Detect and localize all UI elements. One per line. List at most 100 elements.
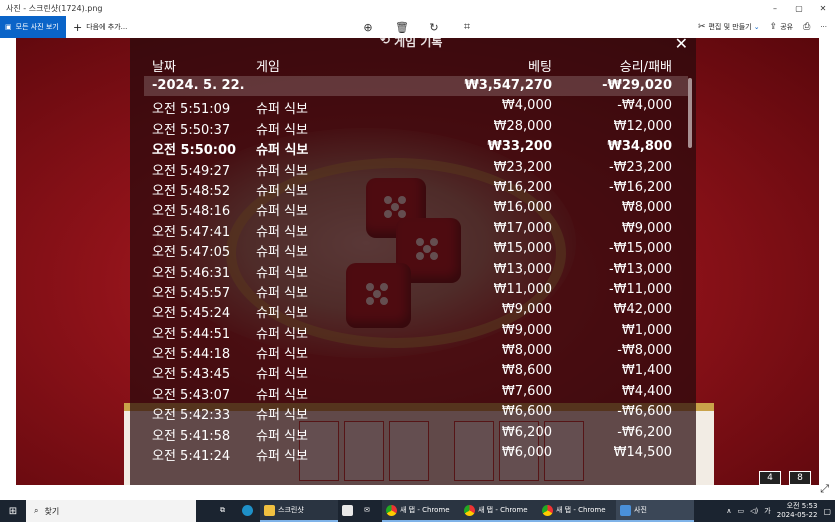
column-game[interactable]: 게임 bbox=[256, 56, 280, 75]
chrome-icon bbox=[464, 504, 475, 516]
table-row[interactable]: 오전 5:50:00 슈퍼 식보 ₩33,200 ₩34,800 bbox=[144, 137, 688, 159]
table-row[interactable]: 오전 5:47:41 슈퍼 식보 ₩17,000 ₩9,000 bbox=[144, 219, 688, 240]
row-game: 슈퍼 식보 bbox=[256, 285, 308, 301]
row-time: 오전 5:43:07 bbox=[152, 387, 231, 403]
row-bet: ₩13,000 bbox=[493, 261, 552, 277]
taskbar-app-label: 사진 bbox=[634, 506, 647, 514]
minimize-button[interactable]: – bbox=[763, 0, 787, 16]
more-button[interactable]: ··· bbox=[820, 23, 827, 31]
table-row[interactable]: 오전 5:43:07 슈퍼 식보 ₩7,600 ₩4,400 bbox=[144, 382, 688, 403]
row-win: -₩6,200 bbox=[617, 424, 672, 440]
row-bet: ₩6,200 bbox=[501, 424, 552, 440]
row-win: ₩9,000 bbox=[621, 220, 672, 236]
table-row[interactable]: 오전 5:45:57 슈퍼 식보 ₩11,000 -₩11,000 bbox=[144, 280, 688, 301]
all-photos-label: 모든 사진 보기 bbox=[15, 23, 59, 31]
table-row[interactable]: 오전 5:48:52 슈퍼 식보 ₩16,200 -₩16,200 bbox=[144, 178, 688, 199]
taskbar-app-chrome-1[interactable]: 새 탭 - Chrome bbox=[382, 500, 460, 522]
row-win: -₩11,000 bbox=[608, 281, 672, 297]
task-view-icon[interactable]: ⧉ bbox=[216, 500, 238, 522]
gallery-icon: ▣ bbox=[5, 23, 12, 31]
row-time: 오전 5:41:24 bbox=[152, 449, 231, 465]
table-row[interactable]: 오전 5:41:58 슈퍼 식보 ₩6,200 -₩6,200 bbox=[144, 423, 688, 444]
row-game: 슈퍼 식보 bbox=[256, 408, 308, 424]
row-game: 슈퍼 식보 bbox=[256, 245, 308, 261]
delete-icon[interactable]: 🗑 bbox=[395, 21, 409, 34]
taskbar-app-explorer[interactable]: 스크린샷 bbox=[260, 500, 338, 522]
table-row[interactable]: 오전 5:50:37 슈퍼 식보 ₩28,000 ₩12,000 bbox=[144, 117, 688, 138]
edit-label: 편집 및 만들기 bbox=[708, 23, 752, 31]
network-icon[interactable]: ▭ bbox=[738, 507, 745, 515]
rotate-icon[interactable]: ↻ bbox=[428, 21, 440, 34]
row-game: 슈퍼 식보 bbox=[256, 224, 308, 240]
crop-icon[interactable]: ⌗ bbox=[461, 20, 473, 34]
volume-icon[interactable]: ◁) bbox=[750, 507, 758, 515]
row-time: 오전 5:44:18 bbox=[152, 347, 231, 363]
row-bet: ₩16,000 bbox=[493, 200, 552, 216]
row-bet: ₩7,600 bbox=[501, 383, 552, 399]
table-row[interactable]: 오전 5:46:31 슈퍼 식보 ₩13,000 -₩13,000 bbox=[144, 260, 688, 281]
table-row[interactable]: 오전 5:42:33 슈퍼 식보 ₩6,600 -₩6,600 bbox=[144, 402, 688, 424]
photos-icon bbox=[620, 504, 631, 516]
row-time: 오전 5:44:51 bbox=[152, 326, 231, 342]
ime-indicator[interactable]: 가 bbox=[764, 506, 770, 516]
column-win-loss[interactable]: 승리/패배 bbox=[620, 56, 672, 75]
row-game: 슈퍼 식보 bbox=[256, 183, 308, 199]
row-win: ₩34,800 bbox=[607, 139, 672, 155]
column-bet[interactable]: 베팅 bbox=[528, 56, 552, 75]
share-button[interactable]: ⇪ 공유 bbox=[770, 22, 793, 32]
zoom-in-icon[interactable]: ⊕ bbox=[362, 21, 374, 34]
chevron-up-icon[interactable]: ∧ bbox=[726, 507, 731, 515]
summary-row[interactable]: -2024. 5. 22. ₩3,547,270 -₩29,020 bbox=[144, 76, 688, 97]
close-button[interactable]: ✕ bbox=[811, 0, 835, 16]
row-game: 슈퍼 식보 bbox=[256, 265, 308, 281]
taskbar-app-label: 새 탭 - Chrome bbox=[556, 506, 606, 514]
table-row[interactable]: 오전 5:49:27 슈퍼 식보 ₩23,200 -₩23,200 bbox=[144, 158, 688, 179]
taskbar-app-chrome-3[interactable]: 새 탭 - Chrome bbox=[538, 500, 616, 522]
edit-icon: ✂ bbox=[697, 22, 706, 32]
edge-icon[interactable] bbox=[238, 500, 260, 522]
row-game: 슈퍼 식보 bbox=[256, 122, 308, 138]
table-row[interactable]: 오전 5:51:09 슈퍼 식보 ₩4,000 -₩4,000 bbox=[144, 96, 688, 117]
row-game: 슈퍼 식보 bbox=[256, 143, 309, 159]
expand-icon[interactable]: ⤢ bbox=[820, 482, 829, 496]
row-time: 오전 5:46:31 bbox=[152, 265, 231, 281]
all-photos-button[interactable]: ▣ 모든 사진 보기 bbox=[0, 16, 66, 38]
table-row[interactable]: 오전 5:48:16 슈퍼 식보 ₩16,000 ₩8,000 bbox=[144, 198, 688, 219]
mail-icon[interactable]: ✉ bbox=[360, 500, 382, 522]
notification-icon[interactable]: ▢ bbox=[823, 507, 831, 516]
table-row[interactable]: 오전 5:47:05 슈퍼 식보 ₩15,000 -₩15,000 bbox=[144, 239, 688, 261]
chrome-icon bbox=[542, 504, 553, 516]
table-row[interactable]: 오전 5:43:45 슈퍼 식보 ₩8,600 ₩1,400 bbox=[144, 361, 688, 382]
clock[interactable]: 오전 5:53 2024-05-22 bbox=[777, 502, 818, 520]
table-header: 날짜 게임 베팅 승리/패배 bbox=[144, 56, 688, 76]
edit-create-button[interactable]: ✂ 편집 및 만들기 ⌄ bbox=[698, 22, 760, 32]
search-box[interactable]: ⌕ 찾기 bbox=[26, 500, 196, 522]
close-icon[interactable]: ✕ bbox=[675, 38, 688, 52]
store-icon[interactable] bbox=[338, 500, 360, 522]
plus-icon: + bbox=[73, 20, 83, 34]
add-to-button[interactable]: + 다음에 추가... bbox=[66, 21, 186, 34]
row-time: 오전 5:45:57 bbox=[152, 285, 231, 301]
screenshot-image: ⟲ 게임 기록 ✕ 날짜 게임 베팅 승리/패배 -2024. 5. 22. ₩… bbox=[16, 38, 819, 485]
table-row[interactable]: 오전 5:44:51 슈퍼 식보 ₩9,000 ₩1,000 bbox=[144, 321, 688, 342]
maximize-button[interactable]: ▢ bbox=[787, 0, 811, 16]
print-button[interactable]: ⎙ bbox=[803, 22, 810, 32]
taskbar-app-photos[interactable]: 사진 bbox=[616, 500, 694, 522]
row-bet: ₩9,000 bbox=[501, 302, 552, 318]
row-win: ₩1,400 bbox=[621, 363, 672, 379]
game-history-modal: ⟲ 게임 기록 ✕ 날짜 게임 베팅 승리/패배 -2024. 5. 22. ₩… bbox=[130, 38, 696, 485]
row-bet: ₩33,200 bbox=[487, 139, 552, 155]
row-time: 오전 5:45:24 bbox=[152, 306, 231, 322]
table-row[interactable]: 오전 5:45:24 슈퍼 식보 ₩9,000 ₩42,000 bbox=[144, 300, 688, 322]
table-row[interactable]: 오전 5:41:24 슈퍼 식보 ₩6,000 ₩14,500 bbox=[144, 443, 688, 465]
row-win: -₩8,000 bbox=[617, 343, 672, 359]
search-icon: ⌕ bbox=[34, 506, 39, 515]
taskbar-app-chrome-2[interactable]: 새 탭 - Chrome bbox=[460, 500, 538, 522]
scrollbar[interactable] bbox=[688, 78, 692, 148]
row-game: 슈퍼 식보 bbox=[256, 306, 308, 322]
share-label: 공유 bbox=[780, 23, 794, 31]
column-date[interactable]: 날짜 bbox=[152, 56, 176, 75]
windows-start-icon[interactable]: ⊞ bbox=[0, 500, 26, 522]
row-time: 오전 5:42:33 bbox=[152, 408, 231, 424]
table-row[interactable]: 오전 5:44:18 슈퍼 식보 ₩8,000 -₩8,000 bbox=[144, 341, 688, 363]
